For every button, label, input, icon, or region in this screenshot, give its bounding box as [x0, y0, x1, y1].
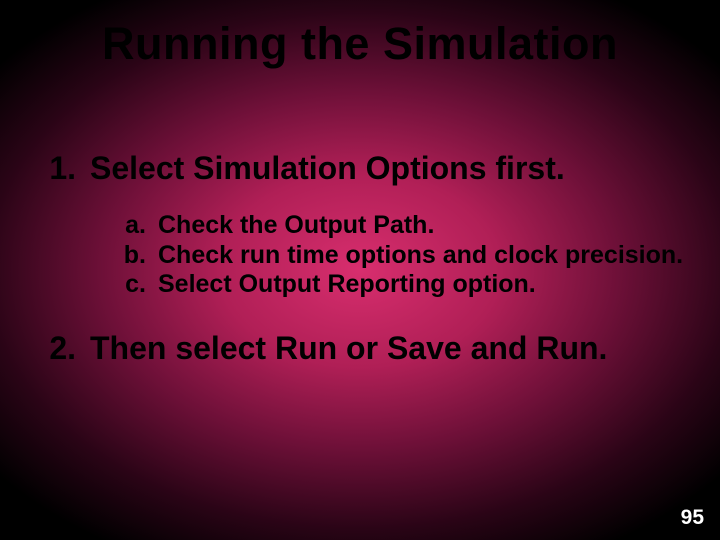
substep-c-marker: c.: [90, 270, 158, 300]
step-1: 1. Select Simulation Options first.: [30, 150, 690, 187]
substep-c-text: Select Output Reporting option.: [158, 270, 690, 300]
substep-c: c. Select Output Reporting option.: [90, 270, 690, 300]
step-2-marker: 2.: [30, 330, 90, 367]
substep-b-marker: b.: [90, 241, 158, 271]
step-2: 2. Then select Run or Save and Run.: [30, 330, 690, 367]
substep-a-marker: a.: [90, 211, 158, 241]
slide-body: 1. Select Simulation Options first. a. C…: [30, 150, 690, 391]
step-1-text: Select Simulation Options first.: [90, 150, 690, 187]
step-1-substeps: a. Check the Output Path. b. Check run t…: [90, 211, 690, 300]
substep-b: b. Check run time options and clock prec…: [90, 241, 690, 271]
step-1-marker: 1.: [30, 150, 90, 187]
substep-b-text: Check run time options and clock precisi…: [158, 241, 690, 271]
substep-a: a. Check the Output Path.: [90, 211, 690, 241]
slide: Running the Simulation 1. Select Simulat…: [0, 0, 720, 540]
page-number: 95: [681, 506, 704, 530]
step-2-text: Then select Run or Save and Run.: [90, 330, 690, 367]
substep-a-text: Check the Output Path.: [158, 211, 690, 241]
slide-title: Running the Simulation: [0, 18, 720, 70]
